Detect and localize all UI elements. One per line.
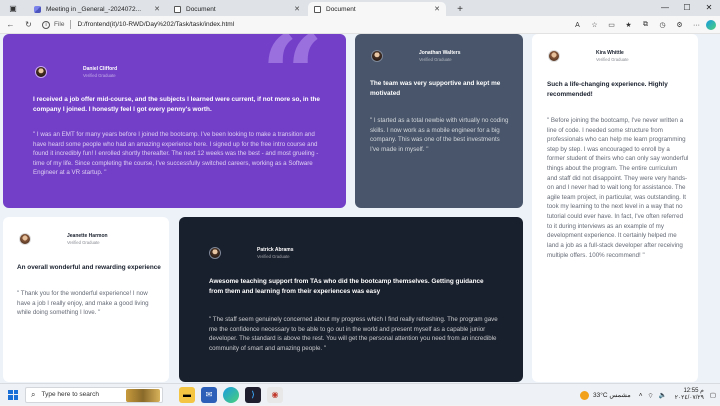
- avatar: [548, 50, 560, 62]
- teams-icon: [34, 5, 41, 13]
- favorites-icon[interactable]: ★: [621, 18, 636, 32]
- tab-strip: ▣ Meeting in _General_-2024072... ✕ Docu…: [0, 0, 720, 16]
- close-window-icon[interactable]: ✕: [698, 0, 720, 14]
- tab-title: Document: [326, 5, 356, 13]
- testimonial-card-kira: Kira Whittle Verified Graduate Such a li…: [532, 34, 698, 382]
- testimonial-body: " I was an EMT for many years before I j…: [33, 131, 319, 177]
- avatar: [19, 233, 31, 245]
- favorite-star-icon[interactable]: ☆: [587, 18, 602, 32]
- toolbar-icons: A ☆ ▭ ★ ⧉ ◷ ⚙ ···: [570, 18, 716, 32]
- more-icon[interactable]: ···: [689, 18, 704, 32]
- network-icon[interactable]: ⌔: [648, 391, 654, 400]
- close-icon[interactable]: ✕: [154, 5, 160, 13]
- weather-text[interactable]: 33°C مشمس: [593, 391, 631, 399]
- avatar: [371, 50, 383, 62]
- tab-title: Meeting in _General_-2024072...: [46, 5, 142, 13]
- testimonial-card-daniel: “ Daniel Clifford Verified Graduate I re…: [3, 34, 346, 208]
- new-tab-button[interactable]: +: [452, 2, 468, 16]
- minimize-icon[interactable]: —: [654, 0, 676, 14]
- testimonial-card-patrick: Patrick Abrams Verified Graduate Awesome…: [179, 217, 523, 382]
- search-highlight-image: [126, 388, 160, 402]
- tab-actions-icon[interactable]: ▣: [0, 0, 26, 16]
- testimonial-body: " Thank you for the wonderful experience…: [17, 290, 149, 317]
- testimonial-headline: An overall wonderful and rewarding exper…: [17, 264, 161, 271]
- avatar: [35, 66, 47, 78]
- history-icon[interactable]: ◷: [655, 18, 670, 32]
- person-role: Verified Graduate: [67, 239, 100, 245]
- collections-icon[interactable]: ⧉: [638, 18, 653, 32]
- refresh-icon[interactable]: ↻: [21, 17, 36, 32]
- extensions-icon[interactable]: ⚙: [672, 18, 687, 32]
- person-role: Verified Graduate: [83, 72, 116, 78]
- edge-icon[interactable]: [223, 386, 239, 403]
- tab-title: Document: [186, 5, 216, 13]
- taskbar: ⌕ Type here to search ▬ ✉ ⟩ ◉ 33°C مشمس …: [0, 383, 720, 405]
- document-icon: [174, 5, 181, 13]
- close-icon[interactable]: ✕: [434, 5, 440, 13]
- tray-chevron-icon[interactable]: ˄: [639, 392, 643, 399]
- testimonial-headline: I received a job offer mid-course, and t…: [33, 96, 320, 113]
- file-explorer-icon[interactable]: ▬: [179, 386, 195, 403]
- edge-copilot-icon[interactable]: [706, 20, 716, 30]
- mail-icon[interactable]: ✉: [201, 386, 217, 403]
- address-bar[interactable]: i File D:/frontend(it)/10-RWD/Day%202/Ta…: [42, 18, 512, 31]
- person-role: Verified Graduate: [257, 253, 290, 259]
- windows-start-icon[interactable]: [8, 389, 18, 400]
- tab-document-2[interactable]: Document ✕: [308, 2, 446, 16]
- person-role: Verified Graduate: [596, 56, 629, 62]
- testimonial-card-jonathan: Jonathan Walters Verified Graduate The t…: [355, 34, 523, 208]
- vscode-icon[interactable]: ⟩: [245, 386, 261, 403]
- read-aloud-icon[interactable]: A: [570, 18, 585, 32]
- protocol-label: File: [54, 21, 65, 28]
- person-info: Jonathan Walters Verified Graduate: [371, 50, 461, 62]
- system-tray: 33°C مشمس ˄ ⌔ 🔈 12:55 م ٢٠٢٤/٠٧/٢٩ ▢: [580, 384, 716, 406]
- taskbar-apps: ▬ ✉ ⟩ ◉: [179, 386, 283, 403]
- close-icon[interactable]: ✕: [294, 5, 300, 13]
- window-controls: — ☐ ✕: [654, 0, 720, 14]
- document-icon: [314, 5, 321, 13]
- testimonial-headline: Awesome teaching support from TAs who di…: [209, 278, 484, 295]
- testimonial-headline: Such a life-changing experience. Highly …: [547, 81, 668, 98]
- testimonial-card-jeanette: Jeanette Harmon Verified Graduate An ove…: [3, 217, 169, 382]
- split-screen-icon[interactable]: ▭: [604, 18, 619, 32]
- divider: [70, 20, 72, 29]
- volume-icon[interactable]: 🔈: [659, 391, 667, 399]
- testimonial-body: " The staff seem genuinely concerned abo…: [209, 316, 498, 352]
- testimonial-body: " I started as a total newbie with virtu…: [370, 117, 509, 153]
- testimonial-body: " Before joining the bootcamp, I've neve…: [547, 117, 689, 259]
- search-placeholder: Type here to search: [41, 391, 99, 398]
- search-icon: ⌕: [31, 389, 36, 399]
- url-text[interactable]: D:/frontend(it)/10-RWD/Day%202/Task/task…: [77, 21, 234, 28]
- maximize-icon[interactable]: ☐: [676, 0, 698, 14]
- clock-time: 12:55 م: [683, 387, 704, 394]
- avatar: [209, 247, 221, 259]
- weather-sun-icon: [580, 390, 590, 400]
- tab-document-1[interactable]: Document ✕: [168, 2, 306, 16]
- address-toolbar: ← ↻ i File D:/frontend(it)/10-RWD/Day%20…: [0, 16, 720, 34]
- tab-meeting[interactable]: Meeting in _General_-2024072... ✕: [28, 2, 166, 16]
- chrome-icon[interactable]: ◉: [267, 386, 283, 403]
- testimonial-headline: The team was very supportive and kept me…: [370, 80, 501, 97]
- info-icon[interactable]: i: [42, 20, 50, 29]
- person-info: Daniel Clifford Verified Graduate: [35, 66, 117, 78]
- person-role: Verified Graduate: [419, 56, 452, 62]
- person-info: Jeanette Harmon Verified Graduate: [19, 233, 108, 245]
- back-icon[interactable]: ←: [3, 17, 18, 32]
- notifications-icon[interactable]: ▢: [710, 391, 716, 399]
- taskbar-search-input[interactable]: ⌕ Type here to search: [25, 386, 163, 403]
- quotation-icon: “: [260, 34, 324, 139]
- person-info: Patrick Abrams Verified Graduate: [209, 247, 294, 259]
- clock-date: ٢٠٢٤/٠٧/٢٩: [674, 395, 704, 401]
- person-info: Kira Whittle Verified Graduate: [548, 50, 629, 62]
- page-content: “ Daniel Clifford Verified Graduate I re…: [0, 34, 720, 383]
- clock[interactable]: 12:55 م ٢٠٢٤/٠٧/٢٩: [675, 388, 704, 403]
